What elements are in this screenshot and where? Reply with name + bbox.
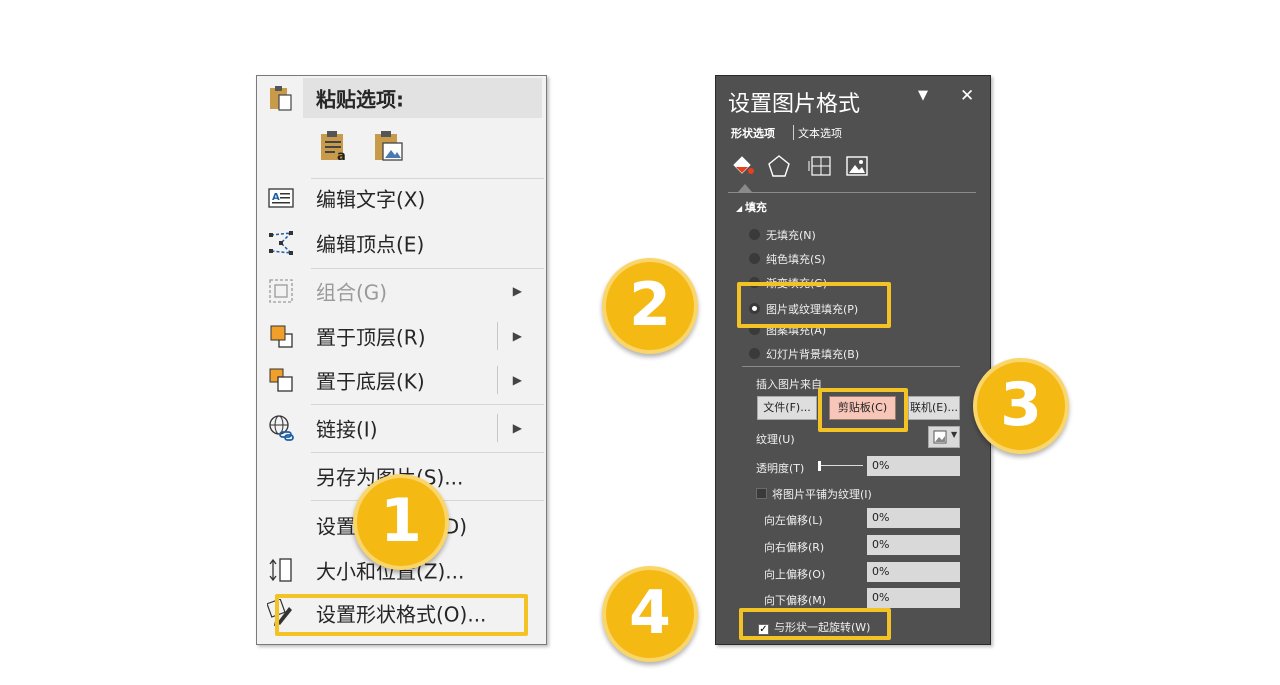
step-3-badge: 3 <box>973 358 1069 454</box>
link-item[interactable]: 链接(I) ▶ <box>257 406 544 450</box>
split-divider <box>497 366 498 394</box>
texture-label: 纹理(U) <box>756 433 795 446</box>
svg-text:a: a <box>337 149 346 163</box>
menu-separator <box>311 404 544 405</box>
menu-separator <box>311 452 544 453</box>
texture-icon <box>933 430 947 444</box>
highlight-rotate-with-shape <box>739 608 891 640</box>
tile-checkbox[interactable] <box>756 488 767 499</box>
tab-shape-options[interactable]: 形状选项 <box>731 125 775 141</box>
offset-right-input[interactable]: 0% <box>867 535 960 555</box>
transparency-label: 透明度(T) <box>756 462 805 475</box>
submenu-arrow-icon[interactable]: ▶ <box>513 421 522 435</box>
section-divider <box>742 366 960 367</box>
send-to-back-icon <box>269 368 293 392</box>
split-divider <box>497 322 498 350</box>
edit-text-item[interactable]: A 编辑文字(X) <box>257 176 544 220</box>
send-to-back-item[interactable]: 置于底层(K) ▶ <box>257 358 544 402</box>
highlight-clipboard <box>818 388 908 432</box>
panel-title: 设置图片格式 <box>728 92 861 117</box>
offset-bottom-label: 向下偏移(M) <box>764 594 827 607</box>
category-divider <box>728 192 976 193</box>
paste-picture-icon[interactable] <box>373 129 405 163</box>
tab-divider <box>793 125 794 140</box>
no-fill-option[interactable]: 无填充(N) <box>749 227 816 243</box>
insert-from-label: 插入图片来自 <box>756 378 822 391</box>
offset-left-label: 向左偏移(L) <box>764 514 823 527</box>
radio-button[interactable] <box>749 253 760 264</box>
offset-right-label: 向右偏移(R) <box>764 541 825 554</box>
edit-text-label: 编辑文字(X) <box>316 187 426 212</box>
tab-text-options[interactable]: 文本选项 <box>798 125 842 141</box>
fill-section-header[interactable]: ◢ 填充 <box>736 199 767 215</box>
bring-to-front-item[interactable]: 置于顶层(R) ▶ <box>257 314 544 358</box>
edit-points-item[interactable]: 编辑顶点(E) <box>257 221 544 265</box>
transparency-slider-thumb[interactable] <box>818 461 821 471</box>
paste-keep-text-icon[interactable]: a <box>319 129 351 163</box>
bring-to-front-label: 置于顶层(R) <box>316 325 426 350</box>
submenu-arrow-icon[interactable]: ▶ <box>513 329 522 343</box>
texture-picker[interactable]: ▼ <box>928 426 960 448</box>
edit-text-icon: A <box>268 188 294 208</box>
radio-button[interactable] <box>749 348 760 359</box>
online-button[interactable]: 联机(E)... <box>908 396 960 420</box>
effects-icon[interactable] <box>766 153 792 179</box>
slide-background-fill-option[interactable]: 幻灯片背景填充(B) <box>749 346 859 362</box>
edit-points-icon <box>269 231 294 255</box>
fill-section-title: 填充 <box>744 201 767 214</box>
panel-options-dropdown-icon[interactable]: ▼ <box>918 88 928 103</box>
size-properties-icon[interactable] <box>808 153 834 179</box>
fill-line-icon[interactable] <box>730 153 756 179</box>
group-label: 组合(G) <box>316 280 388 305</box>
highlight-format-shape <box>275 594 528 636</box>
option-label: 纯色填充(S) <box>766 253 826 266</box>
step-4-badge: 4 <box>602 566 698 662</box>
step-2-badge: 2 <box>602 258 698 354</box>
file-button[interactable]: 文件(F)... <box>757 396 817 420</box>
bring-to-front-icon <box>270 325 293 348</box>
submenu-arrow-icon: ▶ <box>512 284 522 298</box>
collapse-triangle-icon: ◢ <box>736 204 745 213</box>
picture-icon[interactable] <box>844 153 870 179</box>
send-to-back-label: 置于底层(K) <box>316 369 425 394</box>
chevron-down-icon: ▼ <box>951 430 958 439</box>
paste-options-header: 粘贴选项: <box>257 76 544 120</box>
tile-label: 将图片平铺为纹理(I) <box>772 488 872 501</box>
format-picture-panel: 设置图片格式 ▼ ✕ 形状选项 文本选项 ◢ 填充 无填充(N) 纯色填充(S)… <box>715 75 991 645</box>
link-label: 链接(I) <box>316 417 378 442</box>
step-1-badge: 1 <box>353 474 449 570</box>
group-item[interactable]: 组合(G) ▶ <box>257 269 544 313</box>
option-label: 幻灯片背景填充(B) <box>766 348 860 361</box>
split-divider <box>497 414 498 442</box>
offset-top-input[interactable]: 0% <box>867 562 960 582</box>
edit-points-label: 编辑顶点(E) <box>316 232 425 257</box>
highlight-picture-fill <box>737 282 891 328</box>
offset-left-input[interactable]: 0% <box>867 508 960 528</box>
selected-category-caret <box>738 184 752 192</box>
group-icon <box>269 279 293 303</box>
option-label: 无填充(N) <box>766 229 816 242</box>
solid-fill-option[interactable]: 纯色填充(S) <box>749 251 826 267</box>
link-icon <box>269 415 294 441</box>
paste-options-label: 粘贴选项: <box>316 87 404 112</box>
size-position-icon <box>269 558 292 582</box>
offset-bottom-input[interactable]: 0% <box>867 588 960 608</box>
close-icon[interactable]: ✕ <box>960 86 974 106</box>
transparency-slider-track[interactable] <box>821 465 863 466</box>
submenu-arrow-icon[interactable]: ▶ <box>513 373 522 387</box>
transparency-input[interactable]: 0% <box>867 456 960 476</box>
tile-option[interactable]: 将图片平铺为纹理(I) <box>756 486 872 502</box>
clipboard-icon <box>270 86 292 111</box>
svg-text:A: A <box>272 192 280 203</box>
radio-button[interactable] <box>749 229 760 240</box>
offset-top-label: 向上偏移(O) <box>764 568 826 581</box>
